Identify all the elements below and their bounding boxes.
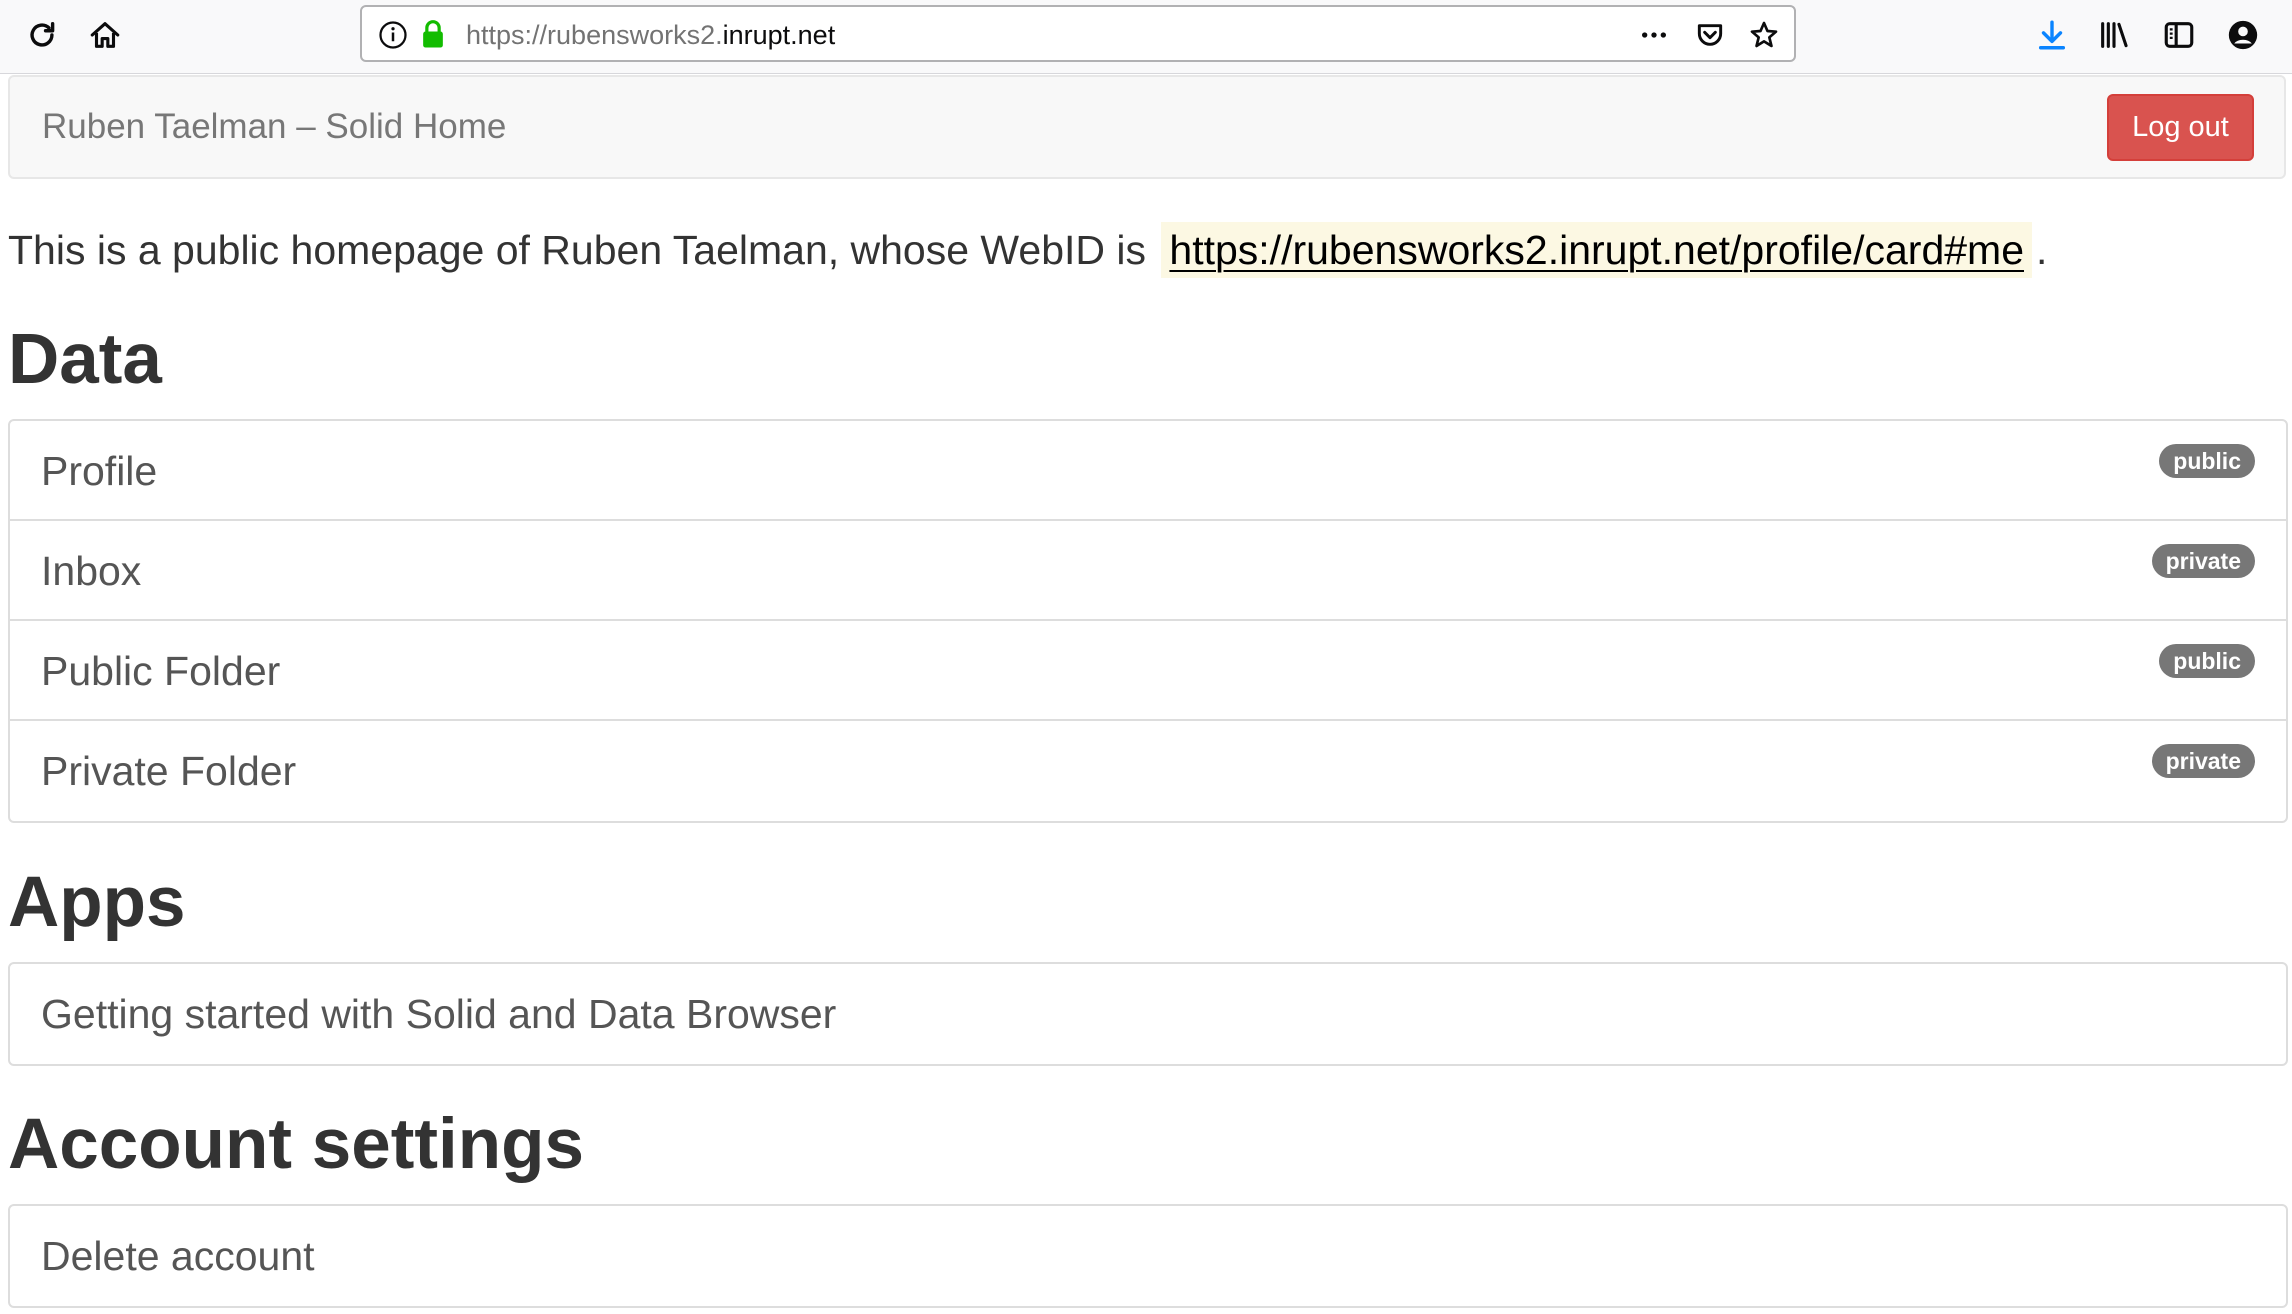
more-icon[interactable] bbox=[1636, 17, 1672, 53]
access-badge: private bbox=[2151, 744, 2255, 778]
data-heading: Data bbox=[8, 320, 162, 399]
intro-period: . bbox=[2036, 227, 2048, 273]
library-icon[interactable] bbox=[2091, 12, 2137, 58]
account-settings-heading: Account settings bbox=[8, 1105, 584, 1184]
url-scheme: https://rubensworks2. bbox=[466, 20, 723, 50]
sidebar-icon[interactable] bbox=[2156, 12, 2202, 58]
home-icon[interactable] bbox=[82, 12, 128, 58]
list-item-private-folder[interactable]: Private Folder private bbox=[10, 721, 2286, 821]
list-item-label: Getting started with Solid and Data Brow… bbox=[41, 991, 837, 1037]
list-item-label: Inbox bbox=[41, 548, 142, 594]
access-badge: public bbox=[2159, 444, 2255, 478]
access-badge: public bbox=[2159, 644, 2255, 678]
list-item-getting-started[interactable]: Getting started with Solid and Data Brow… bbox=[10, 964, 2286, 1064]
list-item-public-folder[interactable]: Public Folder public bbox=[10, 621, 2286, 721]
navbar-brand[interactable]: Ruben Taelman – Solid Home bbox=[42, 106, 506, 148]
list-item-delete-account[interactable]: Delete account bbox=[10, 1206, 2286, 1306]
webid-link[interactable]: https://rubensworks2.inrupt.net/profile/… bbox=[1161, 222, 2032, 278]
apps-heading: Apps bbox=[8, 863, 186, 942]
url-bar[interactable]: https://rubensworks2.inrupt.net bbox=[360, 5, 1796, 62]
list-item-inbox[interactable]: Inbox private bbox=[10, 521, 2286, 621]
reload-icon[interactable] bbox=[19, 12, 65, 58]
download-icon[interactable] bbox=[2029, 12, 2075, 58]
list-item-label: Profile bbox=[41, 448, 158, 494]
list-item-label: Private Folder bbox=[41, 748, 297, 794]
logout-button[interactable]: Log out bbox=[2107, 94, 2254, 161]
star-icon[interactable] bbox=[1746, 17, 1782, 53]
info-icon[interactable] bbox=[378, 20, 408, 50]
pocket-icon[interactable] bbox=[1692, 17, 1728, 53]
lock-icon[interactable] bbox=[418, 18, 448, 50]
data-list: Profile public Inbox private Public Fold… bbox=[8, 419, 2288, 823]
list-item-label: Public Folder bbox=[41, 648, 281, 694]
access-badge: private bbox=[2151, 544, 2255, 578]
browser-toolbar: https://rubensworks2.inrupt.net bbox=[0, 0, 2292, 74]
apps-list: Getting started with Solid and Data Brow… bbox=[8, 962, 2288, 1066]
navbar: Ruben Taelman – Solid Home Log out bbox=[8, 75, 2286, 179]
intro-paragraph: This is a public homepage of Ruben Taelm… bbox=[8, 222, 2047, 278]
url-text[interactable]: https://rubensworks2.inrupt.net bbox=[466, 19, 835, 51]
list-item-label: Delete account bbox=[41, 1233, 315, 1279]
url-host: inrupt.net bbox=[722, 20, 836, 50]
account-icon[interactable] bbox=[2220, 12, 2266, 58]
list-item-profile[interactable]: Profile public bbox=[10, 421, 2286, 521]
account-list: Delete account bbox=[8, 1204, 2288, 1308]
intro-text: This is a public homepage of Ruben Taelm… bbox=[8, 227, 1146, 273]
